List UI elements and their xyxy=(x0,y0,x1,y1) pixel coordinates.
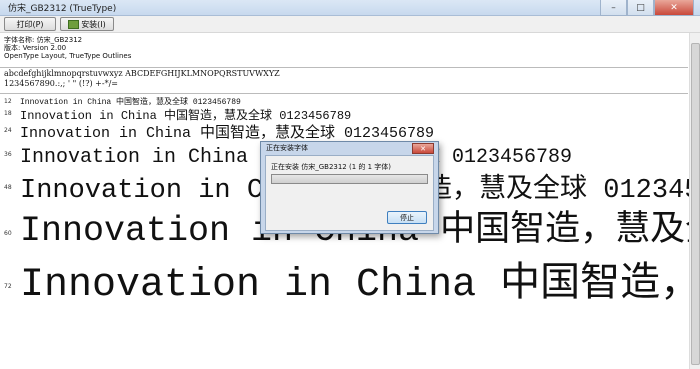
dialog-body: 正在安装 仿宋_GB2312 (1 的 1 字体) 停止 xyxy=(265,155,434,231)
minimize-button[interactable]: – xyxy=(600,0,627,16)
print-button[interactable]: 打印(P) xyxy=(4,17,56,31)
sample-size-label: 36 xyxy=(4,151,12,158)
sample-size-label: 60 xyxy=(4,230,12,237)
sample-size-label: 48 xyxy=(4,184,12,191)
title-bar: 仿宋_GB2312 (TrueType) – □ ✕ xyxy=(0,0,700,16)
charset-sample: abcdefghijklmnopqrstuvwxyz ABCDEFGHIJKLM… xyxy=(4,69,280,89)
shield-icon xyxy=(68,19,80,29)
dialog-title: 正在安装字体 xyxy=(266,144,308,152)
install-button-label: 安装(I) xyxy=(81,19,106,29)
font-version-line: 版本: Version 2.00 xyxy=(4,44,67,52)
divider xyxy=(0,67,688,68)
scrollbar-thumb[interactable] xyxy=(691,43,700,365)
sample-text: Innovation in China 中国智造， xyxy=(20,263,690,308)
install-button[interactable]: 安装(I) xyxy=(60,17,114,31)
close-button[interactable]: ✕ xyxy=(654,0,694,16)
install-progress-dialog: 正在安装字体 ✕ 正在安装 仿宋_GB2312 (1 的 1 字体) 停止 xyxy=(260,141,439,234)
maximize-button[interactable]: □ xyxy=(627,0,654,16)
sample-size-label: 72 xyxy=(4,283,12,290)
window-title: 仿宋_GB2312 (TrueType) xyxy=(8,4,117,14)
charset-digits: 1234567890.:,; ' " (!?) +-*/= xyxy=(4,79,118,88)
font-info: 字体名称: 仿宋_GB2312 版本: Version 2.00 OpenTyp… xyxy=(4,36,131,60)
vertical-scrollbar[interactable] xyxy=(689,33,700,369)
stop-button-label: 停止 xyxy=(400,213,414,222)
charset-letters: abcdefghijklmnopqrstuvwxyz ABCDEFGHIJKLM… xyxy=(4,69,280,78)
install-progress-bar xyxy=(271,174,428,184)
sample-size-label: 24 xyxy=(4,127,12,134)
sample-size-label: 18 xyxy=(4,110,12,117)
install-status-message: 正在安装 仿宋_GB2312 (1 的 1 字体) xyxy=(271,163,392,171)
dialog-close-button[interactable]: ✕ xyxy=(412,143,434,154)
toolbar: 打印(P) 安装(I) xyxy=(0,16,700,33)
window-controls: – □ ✕ xyxy=(600,0,694,16)
print-button-label: 打印(P) xyxy=(16,19,44,29)
sample-size-label: 12 xyxy=(4,98,12,105)
font-name-line: 字体名称: 仿宋_GB2312 xyxy=(4,36,83,44)
font-type-line: OpenType Layout, TrueType Outlines xyxy=(4,52,132,60)
stop-button[interactable]: 停止 xyxy=(387,211,427,224)
divider xyxy=(0,93,688,94)
